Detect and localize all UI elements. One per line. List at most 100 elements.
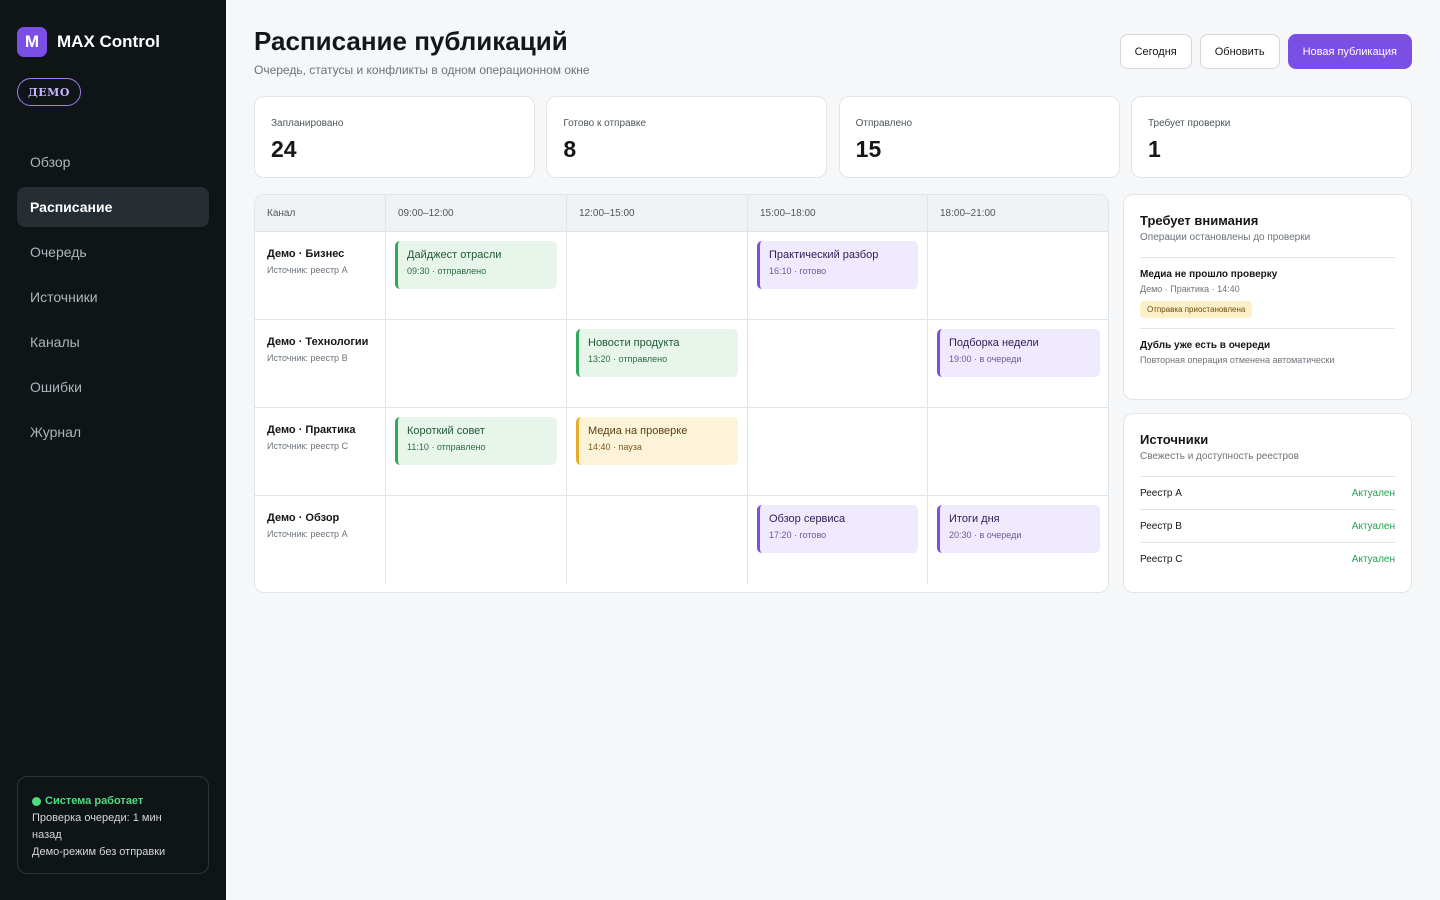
app-name: MAX Control [57,32,160,51]
status-badge: Отправка приостановлена [1140,301,1253,318]
publication-meta: 17:20 · готово [769,530,827,540]
logo-icon: M [17,27,47,57]
source-status: Актуален [1351,520,1395,532]
attention-title: Требует внимания [1140,213,1259,228]
sidebar-item-5[interactable]: Ошибки [17,367,209,407]
schedule-slot[interactable] [567,232,748,320]
stat-label: Требует проверки [1147,118,1231,129]
schedule-slot[interactable] [386,320,567,408]
sources-list: Реестр A Актуален Реестр B Актуален Реестр C… [1140,476,1395,575]
publication-title: Подборка недели [949,337,1039,349]
sidebar-item-4[interactable]: Каналы [17,322,209,362]
stat-card: Отправлено 15 [838,96,1120,178]
channel-name: Демо · Бизнес [267,248,345,260]
sidebar-item-2[interactable]: Очередь [17,232,209,272]
stat-card: Запланировано 24 [254,96,535,178]
attention-item[interactable]: Медиа не прошло проверку Демо · Практика … [1140,257,1395,328]
today-button[interactable]: Сегодня [1119,34,1192,69]
sources-subtitle: Свежесть и доступность реестров [1140,451,1299,462]
stat-card: Требует проверки 1 [1130,96,1412,178]
schedule-slot[interactable]: Медиа на проверке 14:40 · пауза [567,408,748,496]
publication-meta: 11:10 · отправлено [407,442,486,452]
stat-label: Отправлено [855,118,913,129]
sources-panel: Источники Свежесть и доступность реестро… [1123,413,1412,593]
source-status: Актуален [1351,487,1395,499]
source-status: Актуален [1351,553,1395,565]
logo[interactable]: M MAX Control [17,27,160,57]
channel-cell: Демо · Бизнес Источник: реестр A [255,232,386,320]
attention-subtitle: Операции остановлены до проверки [1140,232,1311,243]
schedule-slot[interactable]: Новости продукта 13:20 · отправлено [567,320,748,408]
publication-title: Итоги дня [949,513,1000,525]
publication-card[interactable]: Медиа на проверке 14:40 · пауза [576,417,738,465]
attention-item-meta: Повторная операция отменена автоматическ… [1140,355,1335,365]
system-status-text: Система работает [45,795,144,807]
publication-card[interactable]: Подборка недели 19:00 · в очереди [937,329,1100,377]
publication-meta: 13:20 · отправлено [588,354,668,364]
channel-source: Источник: реестр B [267,353,348,363]
channel-cell: Демо · Технологии Источник: реестр B [255,320,386,408]
schedule-slot[interactable] [928,408,1108,496]
sidebar-item-3[interactable]: Источники [17,277,209,317]
publication-card[interactable]: Дайджест отрасли 09:30 · отправлено [395,241,557,289]
source-row[interactable]: Реестр C Актуален [1140,542,1395,575]
stat-value: 1 [1147,136,1161,162]
schedule-slot[interactable] [928,232,1108,320]
demo-mode-text: Демо-режим без отправки [32,846,166,858]
queue-check-text: Проверка очереди: 1 мин назад [32,812,162,841]
source-row[interactable]: Реестр B Актуален [1140,509,1395,542]
sources-title: Источники [1140,432,1209,447]
column-header: 15:00–18:00 [748,195,928,232]
column-header: Канал [255,195,386,232]
publication-title: Практический разбор [769,249,879,261]
publication-card[interactable]: Итоги дня 20:30 · в очереди [937,505,1100,553]
schedule-slot[interactable]: Итоги дня 20:30 · в очереди [928,496,1108,584]
schedule-slot[interactable]: Дайджест отрасли 09:30 · отправлено [386,232,567,320]
new-publication-button[interactable]: Новая публикация [1287,34,1412,69]
channel-name: Демо · Практика [267,424,356,436]
schedule-slot[interactable]: Подборка недели 19:00 · в очереди [928,320,1108,408]
publication-meta: 16:10 · готово [769,266,827,276]
schedule-slot[interactable] [567,496,748,584]
stat-value: 15 [855,136,882,162]
publication-card[interactable]: Новости продукта 13:20 · отправлено [576,329,738,377]
page-title: Расписание публикаций [254,26,568,56]
sidebar-item-0[interactable]: Обзор [17,142,209,182]
attention-item-title: Дубль уже есть в очереди [1140,340,1271,351]
column-header: 18:00–21:00 [928,195,1108,232]
schedule-slot[interactable]: Короткий совет 11:10 · отправлено [386,408,567,496]
schedule-slot[interactable] [386,496,567,584]
header-actions: Сегодня Обновить Новая публикация [1112,34,1412,69]
schedule-slot[interactable]: Обзор сервиса 17:20 · готово [748,496,928,584]
column-header: 09:00–12:00 [386,195,567,232]
channel-name: Демо · Технологии [267,336,369,348]
publication-title: Новости продукта [588,337,680,349]
publication-meta: 09:30 · отправлено [407,266,487,276]
schedule-slot[interactable]: Практический разбор 16:10 · готово [748,232,928,320]
publication-title: Обзор сервиса [769,513,846,525]
publication-title: Медиа на проверке [588,425,688,437]
system-status: Система работает [32,793,194,810]
stat-card: Готово к отправке 8 [546,96,828,178]
channel-name: Демо · Обзор [267,512,340,524]
sidebar-item-1[interactable]: Расписание [17,187,209,227]
schedule-slot[interactable] [748,320,928,408]
source-name: Реестр A [1140,487,1182,499]
system-status-card: Система работает Проверка очереди: 1 мин… [17,776,209,874]
schedule-slot[interactable] [748,408,928,496]
attention-item-title: Медиа не прошло проверку [1140,269,1278,280]
publication-card[interactable]: Практический разбор 16:10 · готово [757,241,918,289]
publication-card[interactable]: Короткий совет 11:10 · отправлено [395,417,557,465]
attention-item[interactable]: Дубль уже есть в очереди Повторная операц… [1140,328,1395,375]
attention-panel: Требует внимания Операции остановлены до… [1123,194,1412,400]
refresh-button[interactable]: Обновить [1199,34,1280,69]
source-row[interactable]: Реестр A Актуален [1140,476,1395,509]
attention-list: Медиа не прошло проверку Демо · Практика … [1140,257,1395,375]
publication-meta: 20:30 · в очереди [949,530,1022,540]
stat-value: 8 [563,136,577,162]
publication-title: Короткий совет [407,425,485,437]
sidebar-item-6[interactable]: Журнал [17,412,209,452]
schedule-grid: Канал 09:00–12:00 12:00–15:00 15:00–18:00 18… [254,194,1109,593]
attention-item-meta: Демо · Практика · 14:40 [1140,284,1240,294]
publication-card[interactable]: Обзор сервиса 17:20 · готово [757,505,918,553]
